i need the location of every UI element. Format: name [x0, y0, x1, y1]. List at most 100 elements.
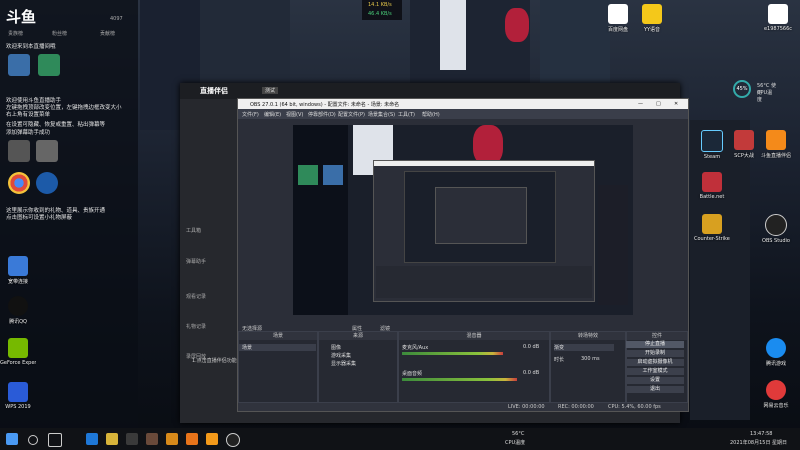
mixer-meter-mic	[402, 352, 503, 355]
battlenet-icon	[702, 172, 722, 192]
obs-titlebar: OBS 27.0.1 (64 bit, windows) - 配置文件: 未命名…	[238, 99, 688, 109]
taskbar-obs-icon[interactable]	[226, 433, 240, 447]
broadband-icon	[8, 256, 28, 276]
tab-fans[interactable]: 粉丝榜	[52, 30, 67, 37]
obs-title: OBS 27.0.1 (64 bit, windows) - 配置文件: 未命名…	[250, 102, 400, 108]
message-welcome: 欢迎来到本直播间哦	[6, 44, 56, 50]
desktop-icon-baidu[interactable]: 百度网盘	[600, 4, 636, 33]
panel-button-5[interactable]	[36, 172, 58, 194]
taskbar-app4-icon[interactable]	[146, 433, 158, 445]
cpu-status: CPU: 5.4%, 60.00 fps	[608, 404, 661, 410]
companion-badge: 测试	[262, 87, 279, 94]
desktop-icon-douyu-right[interactable]: 斗鱼直播伴侣	[758, 130, 794, 159]
douyu-logo: 斗鱼	[6, 8, 37, 26]
tab-nobles[interactable]: 贵族榜	[8, 30, 23, 37]
taskbar-ie-icon[interactable]	[86, 433, 98, 445]
mixer-level-mic: 0.0 dB	[523, 344, 540, 350]
settings-button[interactable]: 设置	[626, 377, 684, 384]
companion-title: 直播伴侣	[200, 87, 228, 95]
menu-scene-collection[interactable]: 场景集合(S)	[368, 111, 395, 118]
panel-button-2[interactable]	[38, 54, 60, 76]
danmu-assistant-panel[interactable]: 斗鱼 贵族榜 粉丝榜 贡献榜 4097 欢迎来到本直播间哦 欢迎使用斗鱼直播助手…	[0, 0, 138, 440]
menu-profile[interactable]: 配置文件(P)	[338, 111, 365, 118]
side-gift[interactable]: 礼物记录	[186, 323, 206, 330]
desktop-icon-netease[interactable]: 网易云音乐	[758, 380, 794, 409]
sources-panel: 来源 图像 游戏采集 显示器采集	[318, 331, 398, 403]
desktop-icon-qq[interactable]: 腾讯QQ	[0, 296, 36, 325]
cpu-gauge: 45% 56°C 使用 CPU温度	[733, 80, 777, 103]
desktop-icon-csgo[interactable]: Counter-Strike Global Off	[694, 214, 730, 242]
obs-preview[interactable]	[293, 125, 633, 315]
taskbar-time: 13:47:58	[750, 431, 773, 437]
menu-tools[interactable]: 工具(T)	[398, 111, 415, 118]
windows-start-icon[interactable]	[6, 433, 18, 445]
menu-view[interactable]: 视图(V)	[286, 111, 303, 118]
exit-button[interactable]: 退出	[626, 386, 684, 393]
desktop-icon-tencent[interactable]: 腾讯游戏	[758, 338, 794, 367]
obs-window[interactable]: OBS 27.0.1 (64 bit, windows) - 配置文件: 未命名…	[237, 98, 689, 412]
taskbar-app3-icon[interactable]	[126, 433, 138, 445]
desktop-icon-wps[interactable]: WPS 2019	[0, 382, 36, 410]
taskbar-app5-icon[interactable]	[166, 433, 178, 445]
mixer-meter-desktop	[402, 378, 517, 381]
panel-button-4[interactable]	[36, 140, 58, 162]
steam-icon	[701, 130, 723, 152]
taskbar-app7-icon[interactable]	[206, 433, 218, 445]
source-game-capture[interactable]: 游戏采集	[331, 352, 351, 359]
source-display-capture[interactable]: 显示器采集	[331, 360, 356, 367]
netease-music-icon	[766, 380, 786, 400]
search-icon[interactable]	[28, 435, 38, 445]
transitions-panel: 转场特效 渐变 时长 300 ms	[550, 331, 626, 403]
desktop-icon-geforce[interactable]: GeForce Experience	[0, 338, 36, 366]
obs-icon	[765, 214, 787, 236]
task-view-icon[interactable]	[48, 433, 62, 447]
desktop-icon-yy[interactable]: YY语音	[634, 4, 670, 33]
desktop-icon-battlenet[interactable]: Battle.net	[694, 172, 730, 200]
yy-icon	[642, 4, 662, 24]
transition-type[interactable]: 渐变	[554, 344, 614, 351]
menu-docks[interactable]: 停靠部件(D)	[308, 111, 336, 118]
virtual-camera-button[interactable]: 启动虚拟摄像机	[626, 359, 684, 366]
companion-titlebar	[180, 83, 680, 99]
menu-edit[interactable]: 编辑(E)	[264, 111, 281, 118]
start-recording-button[interactable]: 开始录制	[626, 350, 684, 357]
wps-icon	[8, 382, 28, 402]
duration-value[interactable]: 300 ms	[581, 356, 600, 362]
panel-button-1[interactable]	[8, 54, 30, 76]
desktop-icon-steam[interactable]: Steam	[694, 130, 730, 160]
source-image[interactable]: 图像	[331, 344, 341, 351]
tencent-icon	[766, 338, 786, 358]
live-status: LIVE: 00:00:00	[508, 404, 545, 410]
qq-icon	[8, 296, 28, 316]
stat-count: 4097	[110, 16, 123, 22]
maximize-button[interactable]: □	[656, 101, 661, 107]
mixer-level-desktop: 0.0 dB	[523, 370, 540, 376]
scene-item[interactable]: 场景	[239, 344, 316, 351]
duration-label: 时长	[554, 357, 565, 363]
studio-mode-button[interactable]: 工作室模式	[626, 368, 684, 375]
desktop-icon-broadband[interactable]: 宽带连接	[0, 256, 36, 285]
panel-button-3[interactable]	[8, 140, 30, 162]
close-button[interactable]: ✕	[674, 101, 678, 107]
side-danmu[interactable]: 弹幕助手	[186, 258, 206, 265]
message-3: 右上角有设置菜单	[6, 112, 51, 118]
menu-help[interactable]: 帮助(H)	[422, 111, 440, 118]
desktop-icon-file[interactable]: e1987566c	[760, 4, 796, 32]
minimize-button[interactable]: —	[638, 101, 643, 107]
taskbar-temp-label: CPU温度	[505, 440, 526, 446]
taskbar	[0, 428, 800, 450]
desktop-icon-scp[interactable]: SCP大战	[726, 130, 762, 159]
taskbar-douyu-icon[interactable]	[186, 433, 198, 445]
side-watch[interactable]: 观看记录	[186, 293, 206, 300]
tab-contrib[interactable]: 贡献榜	[100, 30, 115, 37]
geforce-icon	[8, 338, 28, 358]
rec-status: REC: 00:00:00	[558, 404, 594, 410]
mixer-panel: 混音器 麦克风/Aux 0.0 dB 桌面音频 0.0 dB	[398, 331, 550, 403]
taskbar-files-icon[interactable]	[106, 433, 118, 445]
desktop-icon-obs[interactable]: OBS Studio	[758, 214, 794, 244]
menu-file[interactable]: 文件(F)	[242, 111, 259, 118]
chrome-shortcut[interactable]	[8, 172, 30, 194]
side-toolbox[interactable]: 工具箱	[186, 227, 201, 234]
stop-streaming-button[interactable]: 停止直播	[626, 341, 684, 348]
message-4: 在设置可隐藏、恢复或重置、粘出弹幕等	[6, 122, 106, 128]
